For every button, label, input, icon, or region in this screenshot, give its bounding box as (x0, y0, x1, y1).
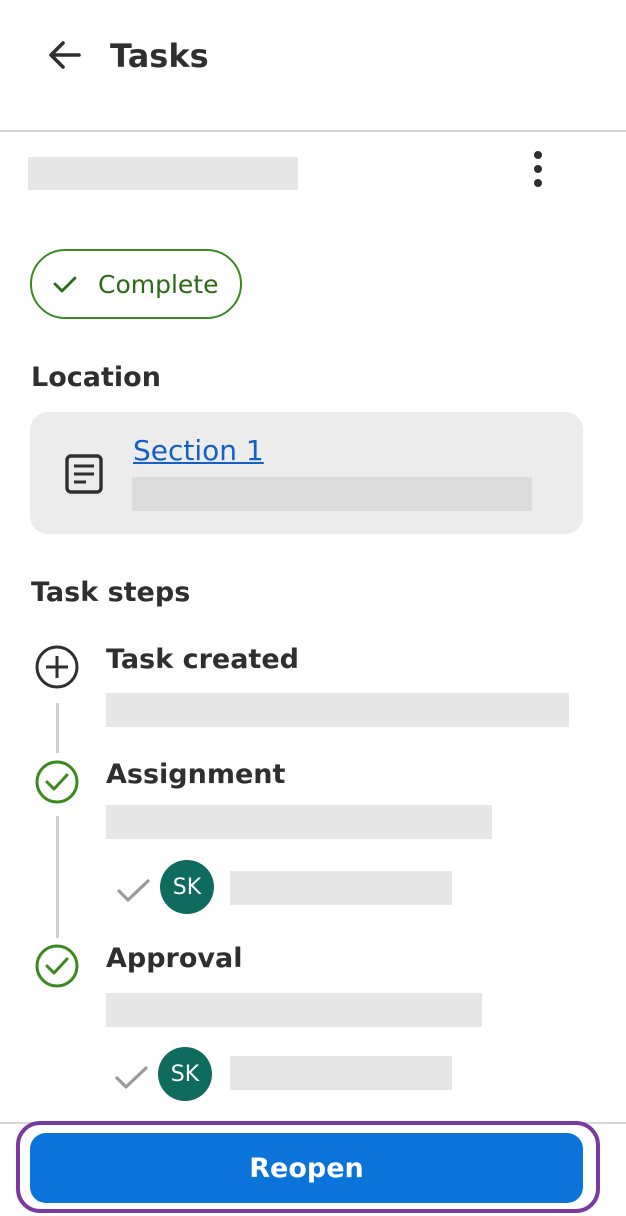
page-title: Tasks (110, 37, 209, 75)
document-icon (62, 452, 106, 496)
step-detail-redacted (106, 805, 492, 839)
task-steps-heading: Task steps (31, 577, 191, 608)
location-card (30, 412, 583, 534)
assignee-name-redacted (230, 871, 452, 905)
step-detail-redacted (106, 693, 569, 727)
check-circle-icon (34, 943, 80, 989)
task-name-redacted (28, 157, 298, 190)
more-vertical-icon (534, 151, 542, 187)
more-options-button[interactable] (516, 144, 560, 194)
step-title: Assignment (106, 759, 286, 790)
step-title: Approval (106, 943, 243, 974)
gray-check-icon (114, 1063, 150, 1093)
reopen-button[interactable]: Reopen (30, 1133, 583, 1203)
avatar: SK (160, 860, 214, 914)
location-heading: Location (31, 362, 161, 393)
arrow-left-icon (49, 41, 81, 69)
status-label: Complete (98, 269, 219, 299)
step-title: Task created (106, 644, 299, 675)
location-detail-redacted (132, 477, 532, 511)
step-detail-redacted (106, 993, 482, 1027)
gray-check-icon (116, 876, 152, 906)
plus-circle-icon (34, 644, 80, 690)
check-circle-icon (34, 759, 80, 805)
timeline-connector (56, 703, 59, 753)
back-button[interactable] (34, 24, 96, 86)
timeline-connector (56, 816, 59, 938)
location-link[interactable]: Section 1 (133, 434, 264, 467)
assignee-name-redacted (230, 1056, 452, 1090)
check-icon (52, 274, 78, 294)
avatar: SK (158, 1047, 212, 1101)
status-badge: Complete (30, 249, 242, 319)
